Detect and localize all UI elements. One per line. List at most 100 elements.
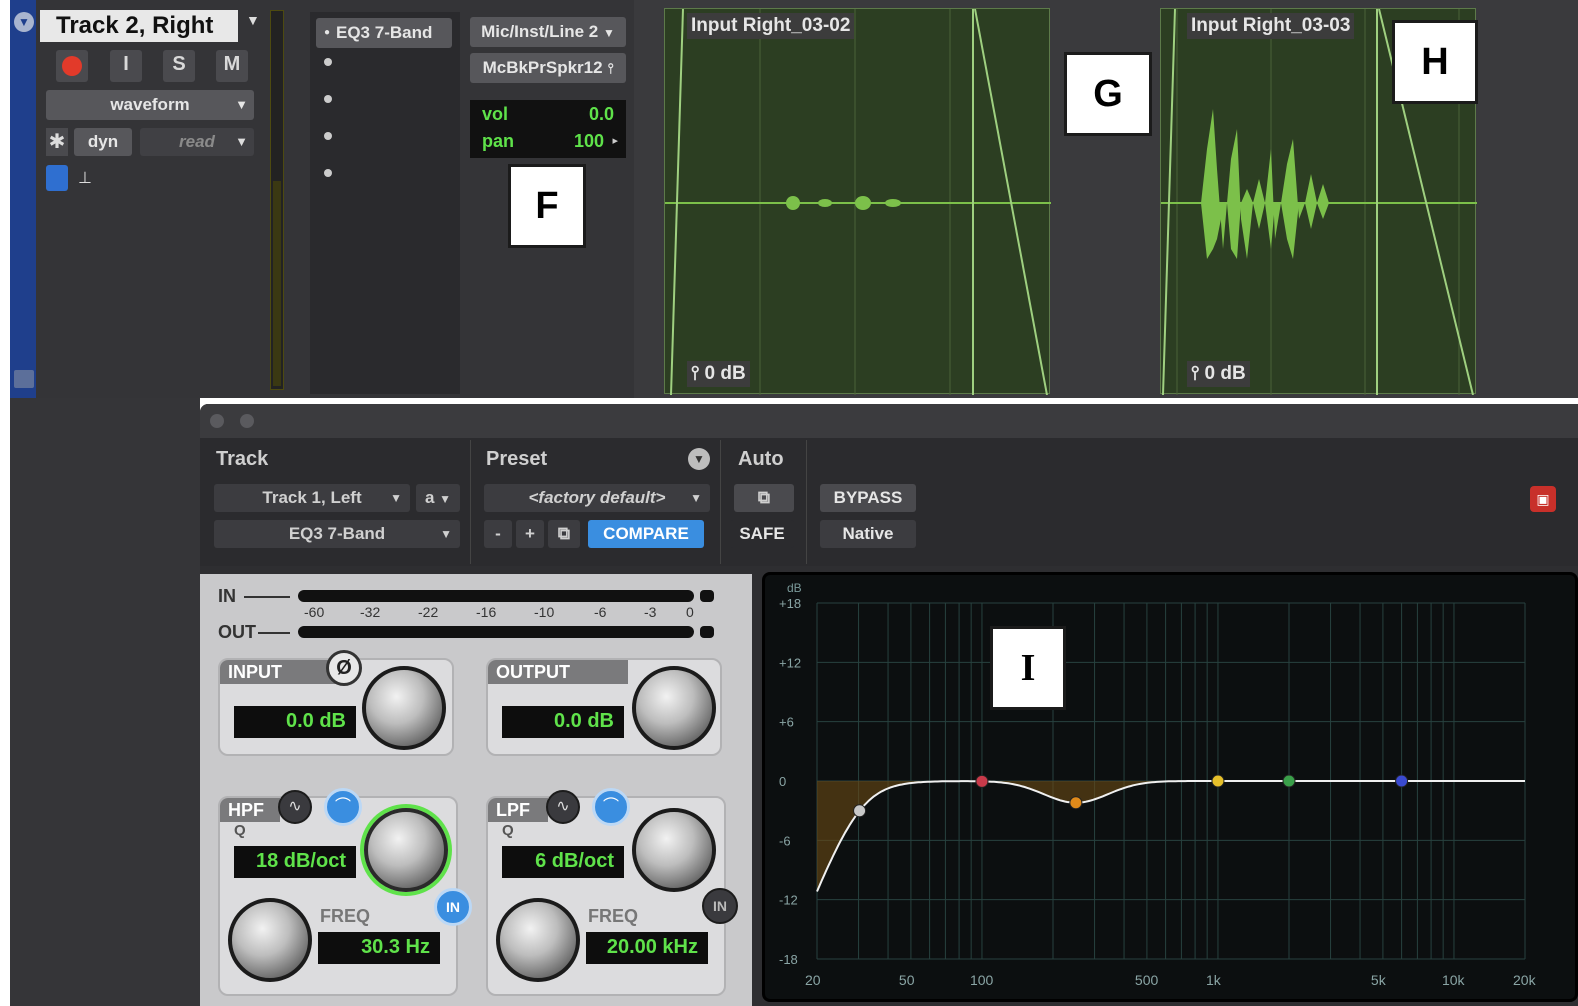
- lpf-freq-display[interactable]: 20.00 kHz: [586, 932, 708, 964]
- output-label: OUTPUT: [488, 660, 628, 684]
- insert-slot-4[interactable]: [324, 132, 332, 140]
- eq-graph[interactable]: +18 +12 +6 0 -6 -12 -18 20 50 100 500 1k 5k 10k 20k dB: [762, 572, 1578, 1002]
- input-clip-led: [700, 590, 714, 602]
- asterisk-icon[interactable]: ✱: [46, 128, 68, 156]
- insert-slot-1[interactable]: ● EQ3 7-Band: [316, 18, 452, 48]
- preset-selector[interactable]: <factory default> ▼: [484, 484, 710, 512]
- insert-slot-3[interactable]: [324, 95, 332, 103]
- meter-tick: -10: [534, 604, 555, 620]
- lpf-q-knob[interactable]: [632, 808, 716, 892]
- dyn-button[interactable]: dyn: [74, 128, 132, 156]
- annotation-f: F: [508, 164, 586, 248]
- eq-db-unit: dB: [787, 581, 802, 595]
- left-empty-area: [10, 398, 200, 1006]
- hpf-freq-knob[interactable]: [228, 898, 312, 982]
- input-selector[interactable]: Mic/Inst/Line 2 ▼: [470, 17, 626, 47]
- plugin-selector-label: EQ3 7-Band: [288, 524, 386, 543]
- hpf-label: HPF: [220, 798, 280, 822]
- meter-fill: [273, 181, 281, 386]
- clip-2-gain[interactable]: ⫯ 0 dB: [1187, 361, 1250, 387]
- dsp-indicator-icon[interactable]: ▣: [1530, 486, 1556, 512]
- clip-2-name: Input Right_03-03: [1187, 13, 1355, 39]
- eq-band-hf-node[interactable]: [1395, 774, 1409, 788]
- phase-invert-button[interactable]: Ø: [326, 650, 362, 686]
- eq-band-hmf-node[interactable]: [1282, 774, 1296, 788]
- insert-slot-2[interactable]: [324, 58, 332, 66]
- input-monitor-button[interactable]: I: [110, 50, 142, 82]
- inserts-column: [310, 12, 460, 394]
- audio-clip-1[interactable]: Input Right_03-02 ⫯ 0 dB: [664, 8, 1051, 395]
- output-gain-display[interactable]: 0.0 dB: [502, 706, 624, 738]
- lpf-lowpass-icon[interactable]: ⌒: [592, 788, 630, 826]
- lpf-label: LPF: [488, 798, 548, 822]
- lpf-notch-icon[interactable]: ∿: [546, 790, 580, 824]
- eq-band-lmf-node[interactable]: [1069, 796, 1083, 810]
- track-name[interactable]: Track 2, Right: [40, 10, 238, 42]
- lpf-in-button[interactable]: IN: [702, 888, 738, 924]
- lpf-q-label: Q: [502, 822, 514, 839]
- track-view-selector[interactable]: waveform ▼: [46, 90, 254, 120]
- insert-slot-5[interactable]: [324, 169, 332, 177]
- minimize-window-icon[interactable]: [240, 414, 254, 428]
- track-name-menu-chevron-icon[interactable]: ▼: [246, 12, 262, 28]
- eq-y-tick: +6: [779, 715, 794, 730]
- input-gain-display[interactable]: 0.0 dB: [234, 706, 356, 738]
- track-header-label: Track: [216, 448, 269, 470]
- eq-x-tick: 500: [1135, 972, 1159, 988]
- edit-window-track-area: ▼ Track 2, Right ▼ I S M waveform ▼ ✱ dy…: [10, 0, 1578, 398]
- plugin-selector[interactable]: EQ3 7-Band ▼: [214, 520, 460, 548]
- input-label: INPUT: [220, 660, 340, 684]
- lpf-freq-knob[interactable]: [496, 898, 580, 982]
- meter-tick: -60: [304, 604, 325, 620]
- hpf-highpass-icon[interactable]: ⌒: [324, 788, 362, 826]
- meter-tick: -6: [594, 604, 607, 620]
- output-selector-label: McBkPrSpkr12: [482, 58, 603, 77]
- eq-y-tick: +12: [779, 655, 801, 670]
- divider: [720, 440, 721, 564]
- bypass-button[interactable]: BYPASS: [820, 484, 916, 512]
- preset-menu-chevron-icon[interactable]: ▼: [688, 448, 710, 470]
- auto-copy-icon[interactable]: ⧉: [734, 484, 794, 512]
- preset-next-button[interactable]: +: [516, 520, 544, 548]
- output-selector[interactable]: McBkPrSpkr12 ⫯: [470, 53, 626, 83]
- track-view-chevron-icon: ▼: [235, 97, 248, 112]
- lpf-q-display[interactable]: 6 dB/oct: [502, 846, 624, 878]
- playlist-timer-icon[interactable]: [46, 165, 68, 191]
- annotation-i: I: [990, 626, 1066, 710]
- preset-copy-icon[interactable]: ⧉: [548, 520, 580, 548]
- hpf-in-button[interactable]: IN: [434, 888, 472, 926]
- track-options-chevron-icon[interactable]: ▼: [14, 12, 34, 32]
- lpf-freq-label: FREQ: [588, 906, 639, 926]
- auto-header-label: Auto: [738, 448, 784, 470]
- automation-mode-label: read: [179, 132, 215, 151]
- hpf-q-display[interactable]: 18 dB/oct: [234, 846, 356, 878]
- meter-tick: -16: [476, 604, 497, 620]
- hpf-q-knob[interactable]: [364, 808, 448, 892]
- clip-gain-fader-icon: ⫯: [1191, 363, 1205, 384]
- track-selector[interactable]: Track 1, Left ▼: [214, 484, 410, 512]
- meter-out-line: [258, 632, 290, 634]
- eq-x-tick: 10k: [1442, 972, 1466, 988]
- automation-mode-selector[interactable]: read ▼: [140, 128, 254, 156]
- clip-1-gain[interactable]: ⫯ 0 dB: [687, 361, 750, 387]
- vol-value: 0.0: [588, 104, 614, 124]
- solo-button[interactable]: S: [163, 50, 195, 82]
- safe-button[interactable]: SAFE: [730, 520, 794, 548]
- eq-band-lf-node[interactable]: [975, 774, 989, 788]
- volume-pan-display[interactable]: vol 0.0 pan 100 ▸: [470, 100, 626, 158]
- output-gain-knob[interactable]: [632, 666, 716, 750]
- plugin-selector-chevron-icon: ▼: [440, 527, 452, 541]
- track-variant-selector[interactable]: a ▼: [416, 484, 460, 512]
- hpf-notch-icon[interactable]: ∿: [278, 790, 312, 824]
- record-arm-button[interactable]: [56, 50, 88, 82]
- close-window-icon[interactable]: [210, 414, 224, 428]
- compare-button[interactable]: COMPARE: [588, 520, 704, 548]
- input-gain-knob[interactable]: [362, 666, 446, 750]
- mute-button[interactable]: M: [216, 50, 248, 82]
- meter-out-label: OUT: [218, 622, 256, 642]
- eq-band-mf-node[interactable]: [1211, 774, 1225, 788]
- eq-band-hpf-node[interactable]: [853, 804, 867, 818]
- preset-previous-button[interactable]: -: [484, 520, 512, 548]
- hpf-freq-display[interactable]: 30.3 Hz: [318, 932, 440, 964]
- track-height-icon[interactable]: [14, 370, 34, 388]
